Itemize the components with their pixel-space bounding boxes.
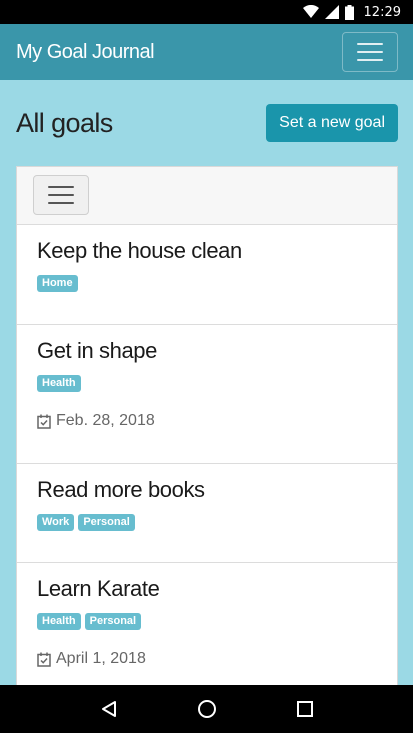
tag-badge: Health bbox=[37, 375, 81, 392]
card-header bbox=[17, 167, 397, 225]
app-brand[interactable]: My Goal Journal bbox=[16, 41, 155, 64]
nav-menu-button[interactable] bbox=[342, 32, 398, 72]
hamburger-icon bbox=[48, 186, 74, 188]
tag-badge: Personal bbox=[78, 514, 135, 531]
tag-badge: Personal bbox=[84, 613, 142, 630]
status-bar: 12:29 bbox=[0, 0, 413, 24]
page-title: All goals bbox=[16, 107, 113, 138]
battery-icon bbox=[344, 4, 354, 20]
set-new-goal-button[interactable]: Set a new goal bbox=[266, 104, 398, 142]
filter-menu-button[interactable] bbox=[33, 175, 89, 215]
goal-tags: Home bbox=[37, 275, 377, 292]
goal-tags: Health Personal bbox=[37, 613, 377, 630]
back-icon[interactable] bbox=[100, 700, 118, 718]
goal-item[interactable]: Read more books Work Personal bbox=[17, 464, 397, 563]
goal-tags: Health bbox=[37, 375, 377, 392]
due-date: Feb. 28, 2018 bbox=[37, 412, 377, 430]
recents-icon[interactable] bbox=[297, 701, 314, 717]
due-date-text: Feb. 28, 2018 bbox=[56, 412, 155, 429]
calendar-check-icon bbox=[37, 414, 51, 429]
due-date: April 1, 2018 bbox=[37, 650, 377, 668]
goal-item[interactable]: Keep the house clean Home bbox=[17, 225, 397, 325]
android-nav-bar bbox=[0, 685, 413, 733]
goals-card: Keep the house clean Home Get in shape Heal… bbox=[16, 166, 398, 703]
signal-icon bbox=[324, 5, 339, 19]
goal-item[interactable]: Learn Karate Health Personal April 1, 2018 bbox=[17, 563, 397, 703]
status-time: 12:29 bbox=[363, 4, 401, 20]
tag-badge: Health bbox=[37, 613, 81, 630]
page-header: All goals Set a new goal bbox=[16, 104, 398, 142]
goal-tags: Work Personal bbox=[37, 514, 377, 531]
tag-badge: Work bbox=[37, 514, 75, 531]
goal-title[interactable]: Learn Karate bbox=[37, 575, 377, 603]
due-date-text: April 1, 2018 bbox=[56, 650, 146, 667]
goal-title[interactable]: Read more books bbox=[37, 476, 377, 504]
tag-badge: Home bbox=[37, 275, 78, 292]
calendar-check-icon bbox=[37, 652, 51, 667]
goal-title[interactable]: Get in shape bbox=[37, 337, 377, 365]
app-bar: My Goal Journal bbox=[0, 24, 413, 80]
goal-title[interactable]: Keep the house clean bbox=[37, 237, 377, 265]
hamburger-icon bbox=[357, 43, 383, 45]
wifi-icon bbox=[302, 5, 319, 18]
goal-item[interactable]: Get in shape Health Feb. 28, 2018 bbox=[17, 325, 397, 464]
home-icon[interactable] bbox=[197, 699, 217, 719]
goal-list: Keep the house clean Home Get in shape Heal… bbox=[17, 225, 397, 703]
